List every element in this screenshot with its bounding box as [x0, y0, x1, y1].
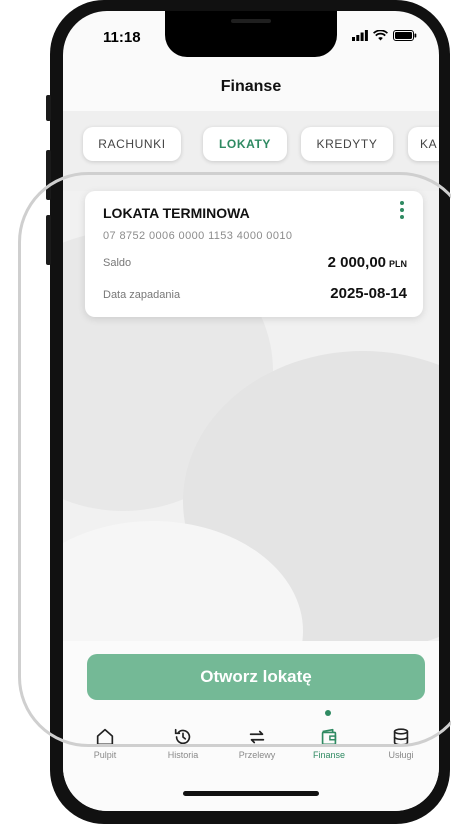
- due-date-value: 2025-08-14: [330, 285, 407, 302]
- nav-pulpit[interactable]: Pulpit: [73, 726, 137, 760]
- tab-kredyty[interactable]: KREDYTY: [301, 127, 393, 161]
- phone-side-button: [46, 150, 51, 200]
- deposit-card[interactable]: LOKATA TERMINOWA 07 8752 0006 0000 1153 …: [85, 191, 423, 317]
- open-deposit-button[interactable]: Otworz lokatę: [87, 654, 425, 700]
- history-icon: [174, 728, 191, 745]
- wifi-icon: [373, 30, 388, 41]
- tab-rachunki[interactable]: RACHUNKI: [83, 127, 181, 161]
- home-icon: [96, 728, 114, 746]
- nav-label: Pulpit: [93, 750, 117, 760]
- signal-icon: [352, 30, 368, 41]
- more-options-icon[interactable]: [397, 201, 407, 223]
- nav-label: Usługi: [388, 750, 414, 760]
- speaker-slot: [231, 19, 271, 23]
- nav-label: Przelewy: [238, 750, 276, 760]
- phone-side-button: [46, 95, 51, 121]
- active-tab-indicator: [325, 710, 331, 716]
- tab-lokaty[interactable]: LOKATY: [203, 127, 287, 161]
- battery-icon: [393, 30, 417, 41]
- nav-label: Finanse: [312, 750, 346, 760]
- page-title: Finanse: [220, 78, 282, 95]
- phone-side-button: [46, 215, 51, 265]
- notch: [165, 11, 337, 57]
- database-icon: [393, 728, 409, 746]
- nav-uslugi[interactable]: Usługi: [369, 726, 433, 760]
- balance-amount: 2 000,00: [327, 254, 386, 271]
- bottom-navigation: Pulpit Historia Przelewy Finanse Usługi: [63, 726, 439, 772]
- screen: 11:18 Finanse RACHUNKI LOKATY KREDYTY KA…: [63, 11, 439, 811]
- balance-currency: PLN: [389, 259, 407, 269]
- due-date-label: Data zapadania: [103, 289, 181, 301]
- account-number: 07 8752 0006 0000 1153 4000 0010: [103, 230, 293, 242]
- transfer-icon: [249, 730, 265, 744]
- deposit-title: LOKATA TERMINOWA: [103, 205, 250, 221]
- nav-finanse[interactable]: Finanse: [297, 726, 361, 760]
- balance-value: 2 000,00 PLN: [328, 254, 407, 271]
- nav-label: Historia: [167, 750, 199, 760]
- home-indicator: [183, 791, 319, 796]
- tab-karty[interactable]: KA: [408, 127, 439, 161]
- nav-historia[interactable]: Historia: [151, 726, 215, 760]
- status-time: 11:18: [103, 29, 141, 46]
- nav-przelewy[interactable]: Przelewy: [225, 726, 289, 760]
- product-tabs: RACHUNKI LOKATY KREDYTY KA: [63, 111, 439, 191]
- wallet-icon: [321, 728, 337, 746]
- status-icons: [352, 30, 417, 41]
- balance-label: Saldo: [103, 257, 132, 269]
